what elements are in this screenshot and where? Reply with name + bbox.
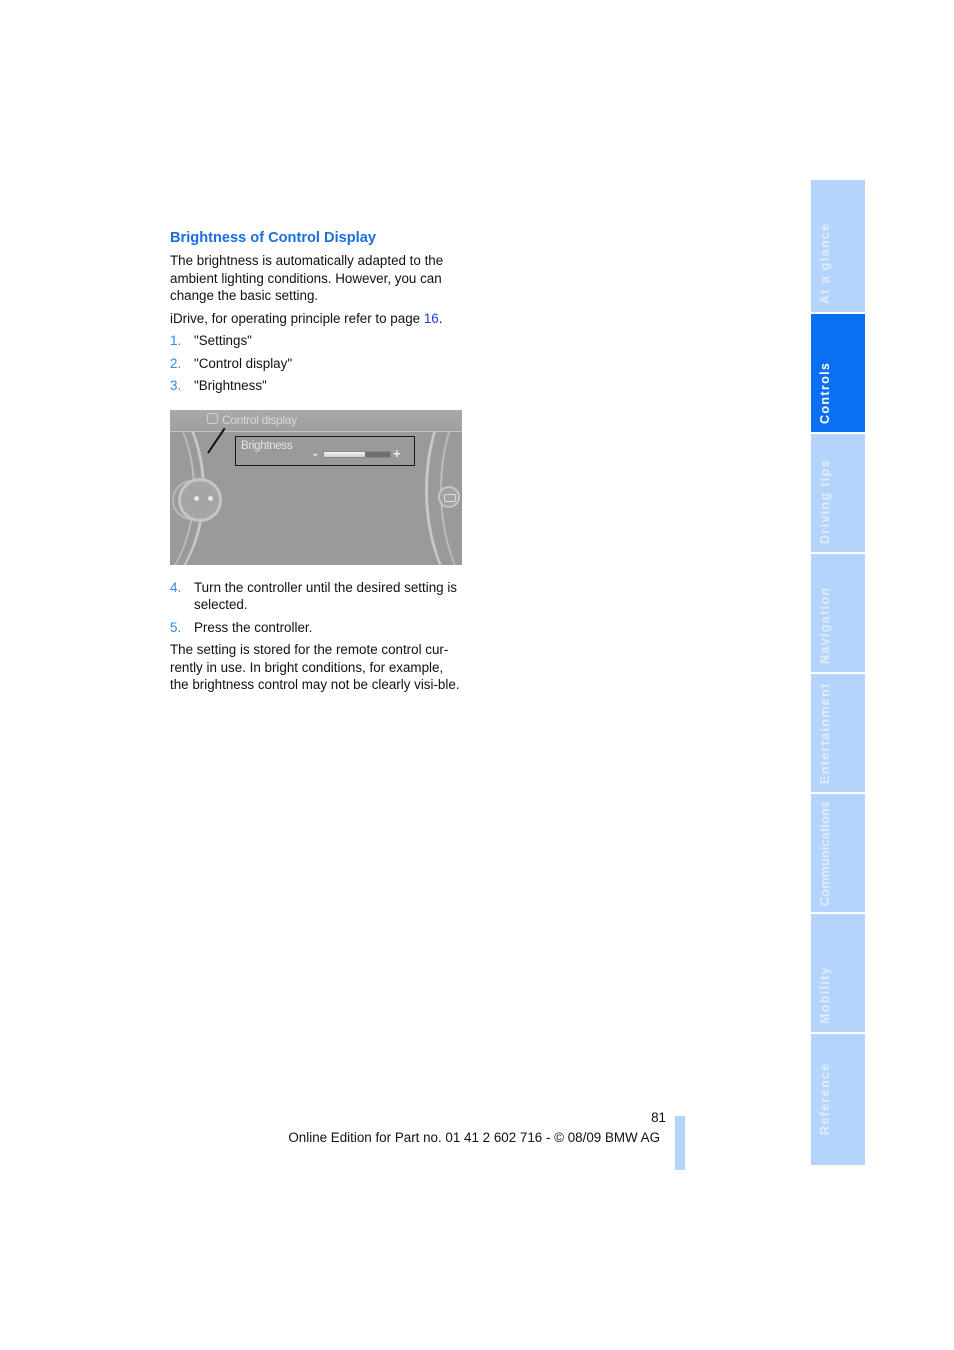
step-item: 2. "Control display" bbox=[170, 355, 465, 373]
step-number: 3. bbox=[170, 378, 182, 394]
tab-label: Controls bbox=[818, 361, 832, 424]
brightness-slider bbox=[323, 450, 391, 458]
plus-icon: + bbox=[393, 445, 401, 461]
idrive-reference: iDrive, for operating principle refer to… bbox=[170, 310, 465, 328]
main-content: Brightness of Control Display The bright… bbox=[170, 229, 465, 699]
tab-at-a-glance[interactable]: At a glance bbox=[811, 180, 865, 312]
edition-notice: Online Edition for Part no. 01 41 2 602 … bbox=[288, 1130, 660, 1145]
controller-dot bbox=[194, 495, 199, 501]
idrive-reference-text: iDrive, for operating principle refer to… bbox=[170, 310, 424, 326]
tab-label: Entertainment bbox=[818, 682, 832, 784]
screen-header: Control display bbox=[170, 409, 462, 432]
step-number: 2. bbox=[170, 355, 182, 371]
tab-label: Mobility bbox=[818, 966, 832, 1024]
steps-list-2: 4. Turn the controller until the desired … bbox=[170, 579, 465, 637]
step-number: 1. bbox=[170, 333, 182, 349]
step-text: Turn the controller until the desired se… bbox=[194, 579, 457, 613]
screen-title: Control display bbox=[222, 412, 297, 427]
tab-label: Navigation bbox=[818, 586, 832, 664]
step-item: 1. "Settings" bbox=[170, 332, 465, 350]
section-heading: Brightness of Control Display bbox=[170, 230, 376, 246]
step-text: "Settings" bbox=[194, 333, 252, 349]
tab-driving-tips[interactable]: Driving tips bbox=[811, 434, 865, 552]
settings-gear-icon bbox=[207, 412, 218, 424]
tab-controls[interactable]: Controls bbox=[811, 314, 865, 432]
brightness-menu-item: Brightness - + bbox=[235, 435, 415, 466]
page-number: 81 bbox=[651, 1110, 666, 1125]
controller-dot bbox=[208, 495, 213, 501]
controller-knob-icon bbox=[178, 477, 222, 522]
tab-mobility[interactable]: Mobility bbox=[811, 914, 865, 1032]
tab-label: Communications bbox=[818, 801, 832, 906]
closing-paragraph: The setting is stored for the remote con… bbox=[170, 642, 460, 693]
step-item: 4. Turn the controller until the desired … bbox=[170, 579, 465, 614]
tab-entertainment[interactable]: Entertainment bbox=[811, 674, 865, 792]
page-link[interactable]: 16 bbox=[424, 311, 439, 326]
brightness-slider-fill bbox=[324, 451, 365, 457]
step-item: 3. "Brightness" bbox=[170, 377, 465, 395]
step-item: 5. Press the controller. bbox=[170, 619, 465, 637]
intro-paragraph: The brightness is automatically adapted … bbox=[170, 253, 444, 304]
step-text: Press the controller. bbox=[194, 619, 313, 635]
step-number: 4. bbox=[170, 579, 182, 595]
tab-label: Driving tips bbox=[818, 459, 832, 544]
idrive-reference-end: . bbox=[438, 310, 443, 326]
tab-reference[interactable]: Reference bbox=[811, 1034, 865, 1165]
step-text: "Brightness" bbox=[194, 378, 267, 394]
step-number: 5. bbox=[170, 619, 182, 635]
tab-communications[interactable]: Communications bbox=[811, 794, 865, 912]
step-text: "Control display" bbox=[194, 355, 293, 371]
minus-icon: - bbox=[313, 445, 318, 461]
control-display-screenshot: Control display Brightness - + bbox=[170, 409, 462, 565]
chapter-tabs: At a glance Controls Driving tips Naviga… bbox=[811, 180, 865, 1167]
tab-navigation[interactable]: Navigation bbox=[811, 554, 865, 672]
steps-list-1: 1. "Settings" 2. "Control display" 3. "Brig… bbox=[170, 332, 465, 394]
tab-label: Reference bbox=[818, 1062, 832, 1135]
page-marker-bar bbox=[675, 1116, 685, 1170]
options-button-icon bbox=[438, 485, 460, 508]
options-icon bbox=[444, 493, 456, 502]
tab-label: At a glance bbox=[818, 222, 832, 305]
brightness-label: Brightness bbox=[241, 439, 293, 452]
